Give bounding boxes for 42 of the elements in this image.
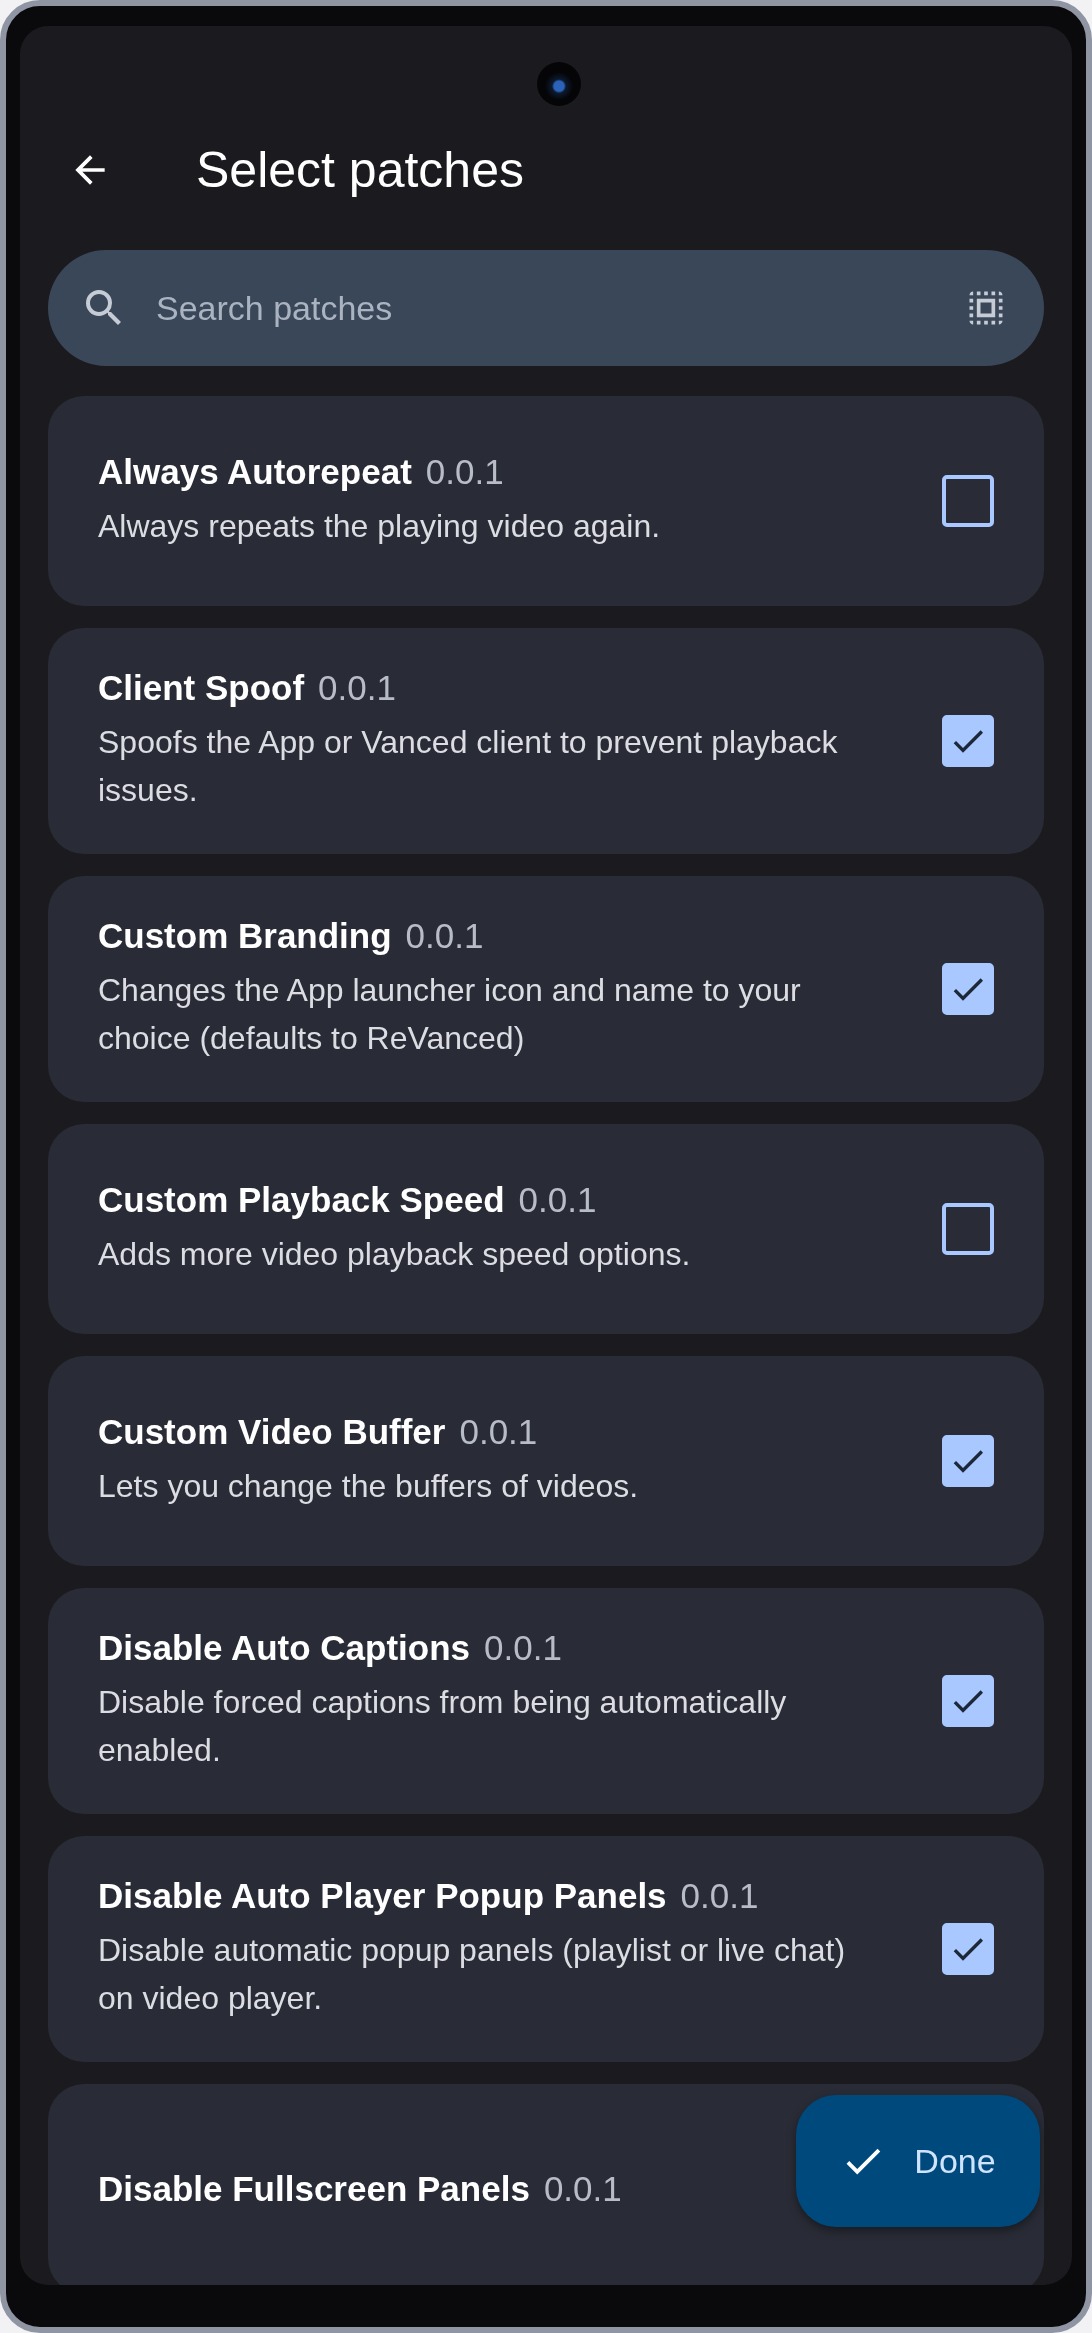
patch-version: 0.0.1 [459,1412,538,1452]
patch-description: Disable forced captions from being automatically enabled. [98,1683,788,1770]
patch-name: Disable Auto Player Popup Panels [98,1876,667,1916]
patch-card[interactable]: Always Autorepeat 0.0.1 Always repeats the playing video again. [48,396,1044,606]
screen-title: Select patches [196,141,524,199]
camera-hole [537,62,581,106]
patch-version: 0.0.1 [425,452,504,492]
patch-name: Custom Playback Speed [98,1180,505,1220]
checkbox[interactable] [942,715,994,767]
patch-card[interactable]: Disable Auto Player Popup Panels 0.0.1 Disable automatic popup panels (playlist or live chat) on video player. [48,1836,1044,2062]
patch-card[interactable]: Disable Auto Captions 0.0.1 Disable forced captions from being automatically enabled. [48,1588,1044,1814]
checkbox[interactable] [942,1675,994,1727]
patch-description: Always repeats the playing video again. [98,507,662,546]
done-button[interactable]: Done [796,2095,1040,2227]
checkbox[interactable] [942,1923,994,1975]
patch-name: Always Autorepeat [98,452,412,492]
patch-name: Custom Branding [98,916,392,956]
patch-name: Disable Fullscreen Panels [98,2169,530,2209]
patch-name: Disable Auto Captions [98,1628,471,1668]
patch-description: Changes the App launcher icon and name to your choice (defaults to ReVanced) [98,971,802,1058]
patch-name: Client Spoof [98,668,305,708]
patch-card[interactable]: Custom Branding 0.0.1 Changes the App launcher icon and name to your choice (defaults to ReVanced) [48,876,1044,1102]
patch-version: 0.0.1 [518,1180,597,1220]
patch-card[interactable]: Client Spoof 0.0.1 Spoofs the App or Vanced client to prevent playback issues. [48,628,1044,854]
patch-description: Disable automatic popup panels (playlist or live chat) on video player. [98,1931,847,2018]
patch-version: 0.0.1 [543,2169,622,2209]
search-bar[interactable]: Search patches [48,250,1044,366]
patch-version: 0.0.1 [680,1876,759,1916]
patch-version: 0.0.1 [484,1628,562,1668]
patch-description: Adds more video playback speed options. [98,1235,692,1274]
patch-name: Custom Video Buffer [98,1412,446,1452]
patch-description: Spoofs the App or Vanced client to prevent playback issues. [98,723,839,810]
patch-version: 0.0.1 [405,916,484,956]
checkbox[interactable] [942,1203,994,1255]
checkbox[interactable] [942,475,994,527]
checkbox[interactable] [942,1435,994,1487]
checkbox[interactable] [942,963,994,1015]
search-field[interactable]: Search patches [154,287,964,329]
patch-card[interactable]: Custom Playback Speed 0.0.1 Adds more video playback speed options. [48,1124,1044,1334]
patch-description: Lets you change the buffers of videos. [98,1467,640,1506]
patch-card[interactable]: Custom Video Buffer 0.0.1 Lets you change the buffers of videos. [48,1356,1044,1566]
patch-version: 0.0.1 [318,668,396,708]
